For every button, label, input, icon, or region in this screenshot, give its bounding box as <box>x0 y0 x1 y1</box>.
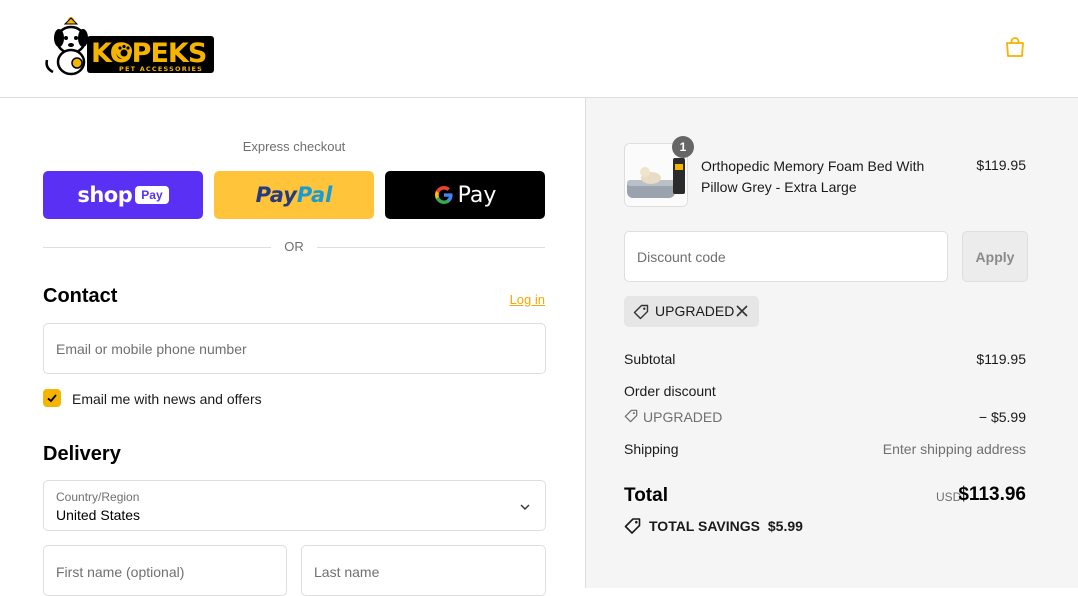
subtotal-label: Subtotal <box>624 351 676 367</box>
total-savings: TOTAL SAVINGS $5.99 <box>649 518 803 534</box>
delivery-title: Delivery <box>43 443 121 465</box>
first-name-placeholder: First name (optional) <box>56 564 185 580</box>
savings-tag-icon <box>624 518 641 534</box>
tag-icon <box>633 304 649 320</box>
country-value: United States <box>56 507 141 523</box>
discount-placeholder: Discount code <box>637 249 726 265</box>
total-amount: $113.96 <box>958 484 1026 505</box>
kopeks-logo[interactable]: KOPEKS PET ACCESSORIES <box>43 16 215 76</box>
checkout-form: Express checkout shop Pay Pay Pal Pay OR … <box>0 98 585 596</box>
total-label: Total <box>624 485 668 506</box>
google-pay-button[interactable]: Pay <box>385 171 545 219</box>
country-select[interactable]: Country/Region United States <box>43 480 546 531</box>
product-price: $119.95 <box>976 157 1026 173</box>
svg-text:PET ACCESSORIES: PET ACCESSORIES <box>119 65 203 73</box>
shop-pay-pill: Pay <box>135 186 169 204</box>
last-name-field[interactable]: Last name <box>301 545 546 596</box>
paypal-button[interactable]: Pay Pal <box>214 171 374 219</box>
discount-value: − $5.99 <box>978 409 1026 425</box>
apply-button[interactable]: Apply <box>962 231 1028 282</box>
quantity-badge: 1 <box>672 136 694 158</box>
country-label: Country/Region <box>56 490 140 504</box>
shop-pay-label: shop <box>77 183 133 207</box>
divider-line-right <box>317 247 545 248</box>
paypal-label-pay: Pay <box>255 183 297 207</box>
contact-title: Contact <box>43 285 118 307</box>
or-divider: OR <box>43 239 545 255</box>
order-summary: 1 Orthopedic Memory Foam Bed With Pillow… <box>585 98 1078 588</box>
remove-discount-icon[interactable] <box>736 305 748 317</box>
subtotal-value: $119.95 <box>976 351 1026 367</box>
shopping-bag-icon[interactable] <box>1003 35 1027 59</box>
savings-value: $5.99 <box>767 518 803 534</box>
email-placeholder: Email or mobile phone number <box>56 341 247 357</box>
checkmark-icon <box>47 394 57 403</box>
order-discount-label: Order discount <box>624 383 716 399</box>
applied-discount-chip: UPGRADED <box>624 296 759 327</box>
applied-code: UPGRADED <box>655 303 735 319</box>
shop-pay-button[interactable]: shop Pay <box>43 171 203 219</box>
discount-tag-icon <box>624 409 638 423</box>
paypal-label-pal: Pal <box>296 183 333 207</box>
shipping-value: Enter shipping address <box>882 441 1026 457</box>
discount-code-input[interactable]: Discount code <box>624 231 948 282</box>
first-name-field[interactable]: First name (optional) <box>43 545 287 596</box>
discount-code-label: UPGRADED <box>643 409 723 425</box>
last-name-placeholder: Last name <box>314 564 380 580</box>
google-g-icon <box>434 185 454 205</box>
newsletter-label: Email me with news and offers <box>72 391 262 407</box>
email-field[interactable]: Email or mobile phone number <box>43 323 546 374</box>
savings-label: TOTAL SAVINGS <box>649 518 760 534</box>
express-checkout-title: Express checkout <box>242 139 346 154</box>
header: KOPEKS PET ACCESSORIES <box>0 0 1078 98</box>
login-link[interactable]: Log in <box>510 292 545 307</box>
google-pay-label: Pay <box>457 182 497 208</box>
product-name: Orthopedic Memory Foam Bed With Pillow G… <box>701 158 925 195</box>
shipping-label: Shipping <box>624 441 679 457</box>
newsletter-checkbox[interactable] <box>43 389 61 407</box>
chevron-down-icon <box>520 504 530 510</box>
